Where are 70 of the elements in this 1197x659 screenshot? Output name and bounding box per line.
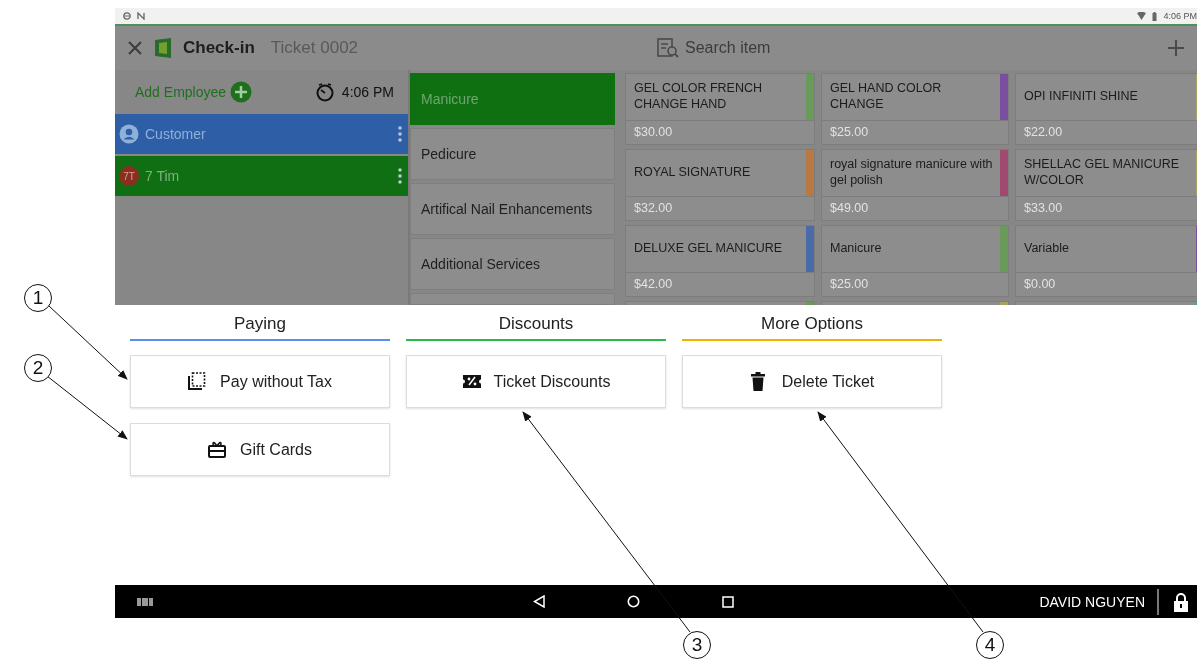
section-title: Discounts [497, 314, 575, 335]
service-price: $32.00 [633, 200, 674, 217]
service-price: $42.00 [633, 276, 674, 293]
service-tile[interactable]: Variable $0.00 [1015, 225, 1197, 297]
callout-number: 3 [683, 631, 711, 659]
timer-icon [314, 82, 335, 102]
home-icon[interactable] [627, 595, 640, 608]
person-icon [119, 124, 139, 144]
service-price: $0.00 [1023, 276, 1057, 293]
service-tile[interactable]: OPI INFINITI SHINE $22.00 [1015, 73, 1197, 145]
callout-number: 4 [976, 631, 1004, 659]
service-tile[interactable]: SHELLAC GEL MANICURE W/COLOR $33.00 [1015, 149, 1197, 221]
service-price: $22.00 [1023, 124, 1064, 141]
service-name: SHELLAC GEL MANICURE W/COLOR [1024, 157, 1181, 189]
service-tile[interactable]: DELUXE GEL MANICURE $42.00 [625, 225, 815, 297]
add-icon[interactable] [1167, 39, 1185, 57]
service-name: Manicure [830, 241, 882, 257]
service-price: $30.00 [633, 124, 674, 141]
logo-icon [153, 37, 173, 59]
clock-time: 4:06 PM [341, 84, 394, 100]
service-name: GEL HAND COLOR CHANGE [830, 81, 943, 113]
service-price: $25.00 [829, 124, 870, 141]
employee-row[interactable]: 7T 7 Tim [115, 156, 408, 196]
search-icon [657, 38, 679, 58]
status-time: 4:06 PM [1163, 11, 1197, 21]
service-name: royal signature manicure with gel polish [830, 157, 994, 189]
wifi-icon [1137, 12, 1147, 20]
avatar: 7T [119, 166, 139, 186]
service-name: OPI INFINITI SHINE [1024, 89, 1138, 105]
barcode-icon[interactable] [137, 597, 153, 606]
service-name: ROYAL SIGNATURE [634, 165, 751, 181]
gift-card-icon [208, 439, 228, 460]
service-tile[interactable]: Manicure $25.00 [821, 225, 1009, 297]
recent-apps-icon[interactable] [722, 595, 734, 608]
battery-icon [1152, 11, 1158, 21]
notification-icon [137, 12, 145, 20]
service-tile[interactable]: GEL COLOR FRENCH CHANGE HAND $30.00 [625, 73, 815, 145]
category-tab[interactable]: Additional Services [410, 238, 615, 290]
add-circle-icon[interactable] [230, 81, 253, 103]
callout-number: 1 [24, 284, 52, 312]
service-tile[interactable]: GEL HAND COLOR CHANGE $25.00 [821, 73, 1009, 145]
row-name: 7 Tim [145, 168, 181, 184]
screen-title: Check-in [183, 38, 255, 58]
option-button[interactable]: Ticket Discounts [406, 355, 666, 408]
section-title: Paying [233, 314, 287, 335]
service-price: $33.00 [1023, 200, 1064, 217]
option-button[interactable]: Pay without Tax [130, 355, 390, 408]
customer-row[interactable]: Customer [115, 114, 408, 154]
search-field[interactable]: Search item [685, 39, 815, 57]
service-name: DELUXE GEL MANICURE [634, 241, 783, 257]
more-icon[interactable] [398, 126, 402, 142]
lock-icon[interactable] [1173, 591, 1189, 612]
back-icon[interactable] [533, 595, 545, 608]
service-price: $25.00 [829, 276, 870, 293]
user-name: DAVID NGUYEN [1039, 588, 1159, 615]
option-button[interactable]: Gift Cards [130, 423, 390, 476]
more-icon[interactable] [398, 168, 402, 184]
globe-icon [123, 12, 131, 20]
row-name: Customer [145, 126, 207, 142]
category-tab[interactable]: Pedicure [410, 128, 615, 180]
service-name: Variable [1024, 241, 1069, 257]
service-name: GEL COLOR FRENCH CHANGE HAND [634, 81, 764, 113]
callout-number: 2 [24, 354, 52, 382]
service-tile[interactable]: royal signature manicure with gel polish $49.00 [821, 149, 1009, 221]
category-tab[interactable]: Artifical Nail Enhancements [410, 183, 615, 235]
option-button[interactable]: Delete Ticket [682, 355, 942, 408]
section-title: More Options [759, 314, 864, 335]
service-tile[interactable]: ROYAL SIGNATURE $32.00 [625, 149, 815, 221]
service-price: $49.00 [829, 200, 870, 217]
close-icon[interactable] [127, 40, 143, 56]
